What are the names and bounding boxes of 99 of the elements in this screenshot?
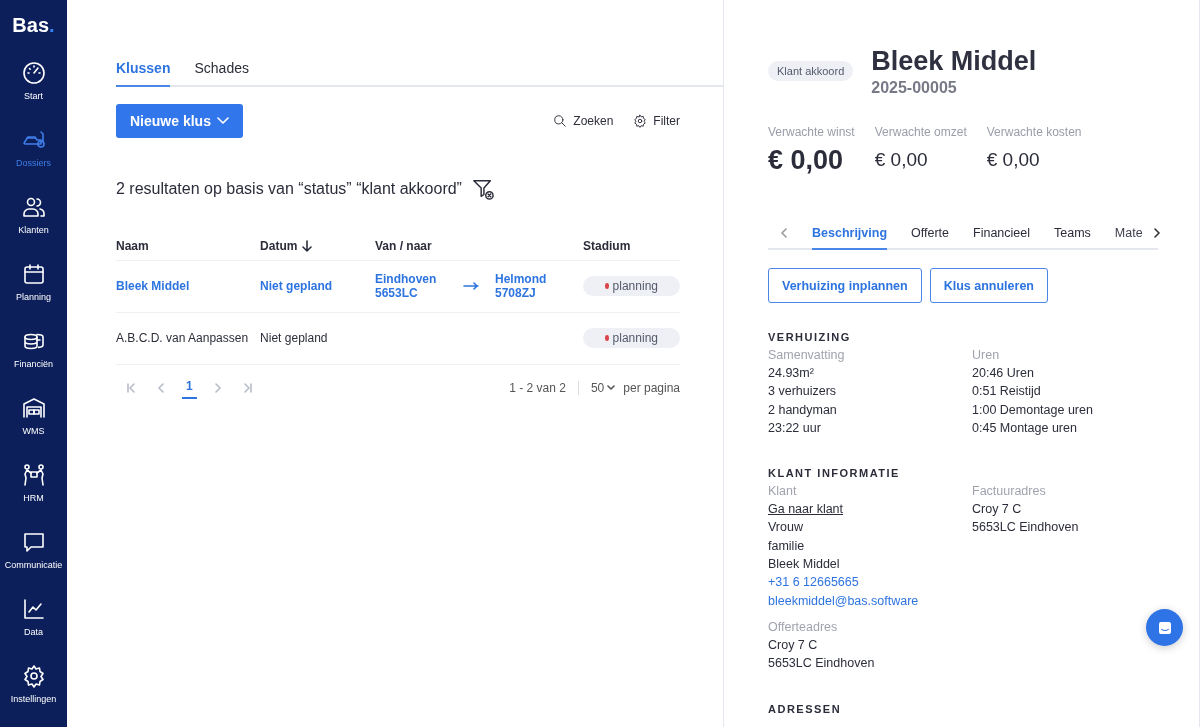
page-button[interactable]: 1 — [182, 376, 197, 399]
field-value: 5653LC Eindhoven — [972, 519, 1080, 537]
job-title: Bleek Middel — [871, 46, 1037, 77]
nav-item[interactable]: Klanten — [0, 195, 67, 250]
stat-label: Verwachte kosten — [986, 125, 1082, 139]
arrow-icon — [463, 282, 479, 290]
nav-item[interactable]: Start — [0, 61, 67, 116]
logo-mark: . — [49, 14, 55, 37]
gauge-icon — [21, 61, 46, 85]
nav-item[interactable]: Planning — [0, 262, 67, 317]
new-job-button[interactable]: Nieuwe klus — [116, 104, 243, 138]
field-value: 23:22 uur — [768, 419, 822, 437]
field-label: Offerteadres — [768, 618, 839, 636]
chart-icon — [21, 597, 46, 621]
route-to: Helmond 5708ZJ — [495, 272, 548, 300]
calendar-icon — [21, 262, 46, 286]
movers-icon — [21, 463, 46, 487]
field-value: Bleek Middel — [768, 556, 841, 574]
chevron-right-icon[interactable] — [1152, 228, 1161, 238]
customer-link[interactable]: Ga naar klant — [768, 500, 972, 519]
job-number: 2025-00005 — [871, 79, 958, 97]
field-value: Croy 7 C — [768, 636, 819, 654]
stat-label: Verwachte omzet — [874, 125, 967, 139]
contact-link[interactable]: +31 6 12665665 — [768, 573, 972, 592]
field-value: 0:51 Reistijd — [972, 383, 1042, 401]
field-label: Factuuradres — [972, 483, 1047, 501]
tab[interactable]: Schades — [194, 56, 249, 87]
nav-item[interactable]: Data — [0, 597, 67, 652]
stat-value: € 0,00 — [768, 145, 845, 176]
previous-page-icon[interactable] — [156, 382, 166, 393]
clear-filter-icon[interactable] — [471, 178, 494, 200]
status-badge: Klant akkoord — [768, 61, 854, 81]
field-value: Vrouw — [768, 519, 804, 537]
stat-label: Verwachte winst — [768, 125, 855, 139]
job-name[interactable]: Bleek Middel — [116, 279, 190, 293]
nav-item[interactable]: Communicatie — [0, 530, 67, 585]
tab[interactable]: Offerte — [911, 224, 949, 250]
column-header[interactable]: Datum — [260, 238, 298, 253]
tab[interactable]: Teams — [1054, 224, 1091, 250]
table-cell: Niet gepland — [260, 331, 328, 345]
logo-name: Bas — [12, 14, 50, 37]
job-name[interactable]: A.B.C.D. van Aanpassen — [116, 331, 249, 345]
column-header[interactable]: Naam — [116, 238, 149, 253]
per-page-label: per pagina — [623, 380, 680, 395]
toolbar-action[interactable]: Filter — [633, 114, 680, 128]
stat-value: € 0,00 — [874, 149, 929, 171]
tab[interactable]: Beschrijving — [812, 224, 888, 250]
tab[interactable]: Klussen — [116, 56, 171, 87]
field-value: 2 handyman — [768, 401, 838, 419]
field-label: Klant — [768, 483, 798, 501]
table-cell: Niet gepland — [260, 279, 333, 293]
next-page-icon[interactable] — [212, 382, 223, 393]
caret-icon — [607, 384, 616, 391]
chat-icon — [1156, 619, 1173, 636]
field-value: 3 verhuizers — [768, 383, 838, 401]
field-value: 24.93m² — [768, 365, 815, 382]
nav-item[interactable]: HRM — [0, 463, 67, 518]
caret-icon — [216, 117, 229, 125]
nav-item[interactable]: Instellingen — [0, 664, 67, 719]
sort-arrow-icon[interactable] — [302, 239, 313, 252]
chevron-left-icon[interactable] — [780, 228, 788, 238]
field-value: 0:45 Montage uren — [972, 419, 1078, 437]
field-value: 1:00 Demontage uren — [972, 401, 1094, 419]
action-button[interactable]: Verhuizing inplannen — [768, 268, 922, 303]
nav-item[interactable]: WMS — [0, 396, 67, 451]
stage-label: planning — [612, 279, 658, 293]
page-range: 1 - 2 van 2 — [509, 380, 579, 395]
last-page-icon[interactable] — [242, 382, 253, 393]
per-page-select[interactable]: 50 — [590, 380, 616, 395]
field-value: 20:46 Uren — [972, 365, 1035, 382]
settings-icon — [633, 114, 648, 128]
field-value: 5653LC Eindhoven — [768, 655, 876, 673]
stage-label: planning — [612, 331, 658, 345]
warehouse-icon — [21, 396, 46, 420]
contact-link[interactable]: bleekmiddel@bas.software — [768, 591, 972, 610]
section-heading: ADRESSEN — [768, 702, 843, 715]
tab[interactable]: Mate — [1114, 224, 1143, 250]
nav-item[interactable]: Financiën — [0, 329, 67, 384]
section-heading: KLANT INFORMATIE — [768, 467, 901, 480]
tab[interactable]: Financieel — [973, 224, 1030, 250]
column-header[interactable]: Van / naar — [375, 238, 432, 253]
nav-item[interactable]: Dossiers — [0, 128, 67, 183]
route-from: Eindhoven 5653LC — [375, 272, 438, 300]
chat-icon — [21, 530, 46, 554]
field-label: Uren — [972, 347, 1001, 364]
settings-icon — [21, 664, 46, 688]
chat-button[interactable] — [1146, 609, 1183, 646]
section-heading: VERHUIZING — [768, 331, 852, 343]
field-label: Samenvatting — [768, 347, 846, 364]
first-page-icon[interactable] — [126, 382, 136, 393]
field-value: Croy 7 C — [972, 501, 1023, 519]
search-icon — [553, 114, 568, 128]
stat-value: € 0,00 — [986, 149, 1041, 171]
people-icon — [21, 195, 46, 219]
field-value: familie — [768, 537, 806, 555]
results-text: 2 resultaten op basis van “status” “klant akkoord” — [116, 180, 462, 198]
column-header[interactable]: Stadium — [583, 238, 631, 253]
toolbar-action[interactable]: Zoeken — [553, 114, 614, 128]
action-button[interactable]: Klus annuleren — [929, 268, 1048, 303]
